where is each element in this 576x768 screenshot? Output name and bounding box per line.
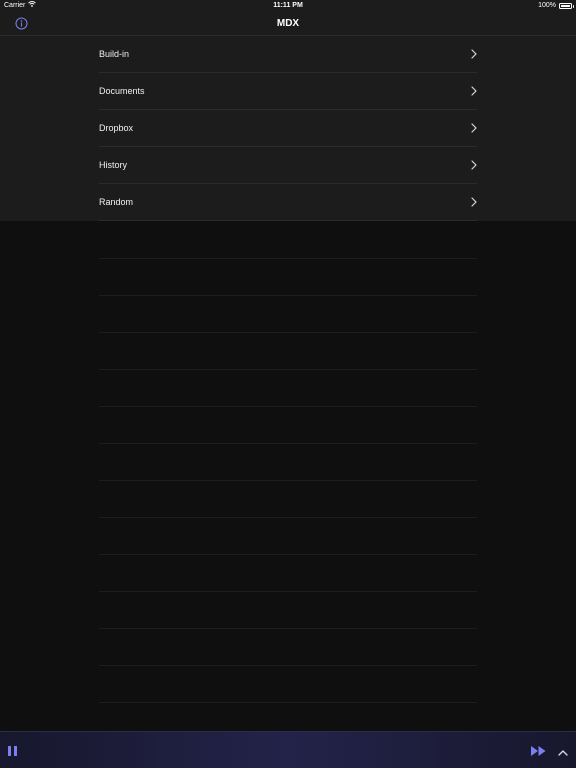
fast-forward-icon <box>531 746 546 756</box>
battery-percent: 100% <box>538 2 556 9</box>
row-separator <box>99 480 477 481</box>
battery-fill <box>561 5 570 7</box>
row-separator <box>99 369 477 370</box>
menu-item-documents[interactable]: Documents <box>99 73 477 110</box>
status-bar: Carrier 11:11 PM 100% <box>0 0 576 12</box>
chevron-right-icon <box>471 123 477 133</box>
menu-item-label: Build-in <box>99 49 130 59</box>
fast-forward-button[interactable] <box>530 744 547 756</box>
row-separator <box>99 443 477 444</box>
row-separator <box>99 295 477 296</box>
app-screen: Carrier 11:11 PM 100% MDX Build-in Docum… <box>0 0 576 768</box>
battery-icon <box>559 3 574 9</box>
menu-item-label: Documents <box>99 86 145 96</box>
row-separator <box>99 702 477 703</box>
row-separator <box>99 628 477 629</box>
row-separator <box>99 554 477 555</box>
status-time: 11:11 PM <box>273 2 303 9</box>
chevron-up-icon <box>558 750 568 756</box>
pause-button[interactable] <box>7 744 19 756</box>
row-separator <box>99 517 477 518</box>
row-separator <box>99 591 477 592</box>
chevron-right-icon <box>471 197 477 207</box>
menu-item-history[interactable]: History <box>99 147 477 184</box>
row-separator <box>99 332 477 333</box>
menu-item-label: History <box>99 160 128 170</box>
menu-item-build-in[interactable]: Build-in <box>99 36 477 73</box>
menu-item-dropbox[interactable]: Dropbox <box>99 110 477 147</box>
expand-player-button[interactable] <box>557 745 569 756</box>
status-right: 100% <box>538 0 574 12</box>
page-title: MDX <box>276 18 300 29</box>
menu-item-label: Random <box>99 197 134 207</box>
chevron-right-icon <box>471 49 477 59</box>
menu-list: Build-in Documents Dropbox History Rando… <box>0 36 576 221</box>
menu-item-label: Dropbox <box>99 123 134 133</box>
row-separator <box>99 665 477 666</box>
row-separator <box>99 258 477 259</box>
player-bar <box>0 731 576 768</box>
row-separator <box>99 406 477 407</box>
navigation-bar: MDX <box>0 12 576 36</box>
chevron-right-icon <box>471 160 477 170</box>
menu-item-random[interactable]: Random <box>99 184 477 221</box>
pause-icon <box>8 746 17 756</box>
chevron-right-icon <box>471 86 477 96</box>
